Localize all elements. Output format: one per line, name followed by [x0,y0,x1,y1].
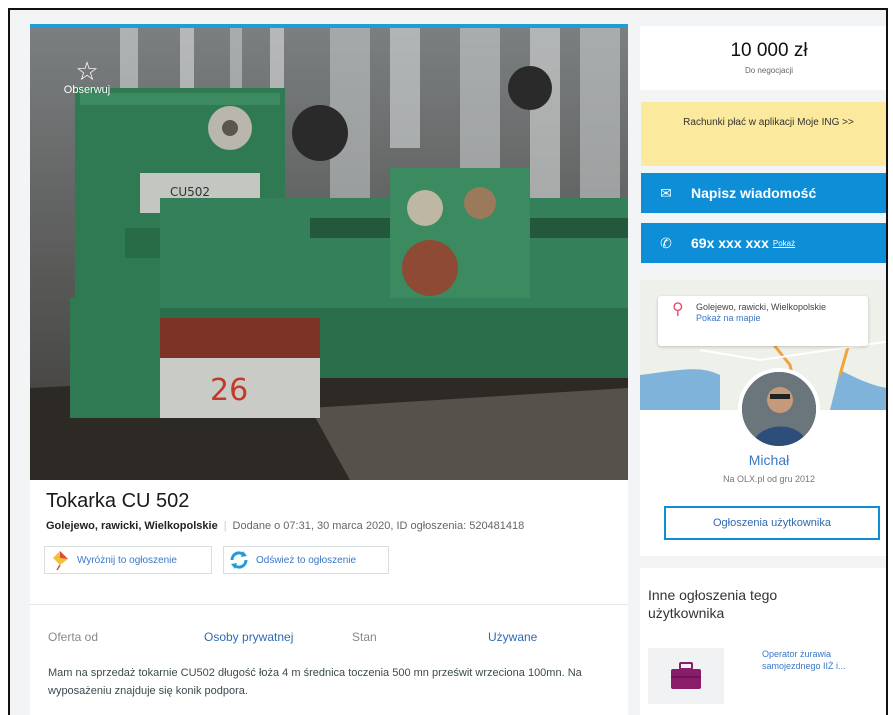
user-card: ⚲ Golejewo, rawicki, Wielkopolskie Pokaż… [640,280,886,556]
refresh-icon [230,551,248,569]
svg-text:CU502: CU502 [170,185,210,199]
listing-photo[interactable]: CU502 26 ☆ Obserwuj [30,28,628,480]
refresh-button[interactable]: Odśwież to ogłoszenie [223,546,389,574]
kite-icon [53,551,68,571]
phone-number: 69x xxx xxx [691,235,769,251]
param-label-condition: Stan [352,630,377,644]
param-value-offer[interactable]: Osoby prywatnej [204,630,293,644]
other-ads-card: Inne ogłoszenia tego użytkownika Operato… [640,568,886,715]
param-value-condition[interactable]: Używane [488,630,537,644]
listing-title: Tokarka CU 502 [46,490,190,512]
send-message-label: Napisz wiadomość [691,185,817,201]
promote-label: Wyróżnij to ogłoszenie [77,554,177,566]
listing-location[interactable]: Golejewo, rawicki, Wielkopolskie [46,520,218,532]
map-location-text: Golejewo, rawicki, Wielkopolskie [696,302,827,312]
observe-button[interactable]: ☆ Obserwuj [52,58,122,96]
user-avatar[interactable] [738,368,820,450]
avatar-photo [742,372,816,446]
user-since: Na OLX.pl od gru 2012 [722,474,816,484]
map-location-card: ⚲ Golejewo, rawicki, Wielkopolskie Pokaż… [658,296,868,346]
price-box: 10 000 zł Do negocjacji [640,26,886,90]
listing-description: Mam na sprzedaż tokarnie CU502 długość ł… [48,667,582,697]
price: 10 000 zł [730,40,808,61]
show-phone-link[interactable]: Pokaż [773,239,795,248]
listing-panel: CU502 26 ☆ Obserwuj Tokarka CU 502 Golej… [30,24,628,715]
show-on-map-link[interactable]: Pokaż na mapie [696,313,868,324]
user-ads-button[interactable]: Ogłoszenia użytkownika [664,506,880,540]
briefcase-icon [671,662,701,689]
map-pin-icon: ⚲ [672,301,684,318]
promote-button[interactable]: Wyróżnij to ogłoszenie [44,546,212,574]
ing-banner[interactable]: Rachunki płać w aplikacji Moje ING >> [641,102,886,166]
user-name[interactable]: Michał [640,452,886,468]
param-label-offer: Oferta od [48,630,99,644]
observe-label: Obserwuj [63,84,111,96]
star-icon: ☆ [75,56,99,86]
meta-separator: | [223,520,227,532]
envelope-icon: ✉ [660,184,672,201]
listing-meta: Golejewo, rawicki, Wielkopolskie | Dodane … [46,520,524,532]
other-ad-link[interactable]: Operator żurawia samojezdnego IIŻ i... [762,648,886,672]
send-message-button[interactable]: ✉ Napisz wiadomość [641,173,886,213]
page-frame: CU502 26 ☆ Obserwuj Tokarka CU 502 Golej… [8,8,888,715]
listing-added: Dodane o 07:31, 30 marca 2020, ID ogłosz… [232,520,525,532]
other-ads-title: Inne ogłoszenia tego użytkownika [648,587,778,621]
show-phone-button[interactable]: ✆ 69x xxx xxx Pokaż [641,223,886,263]
negotiable-label: Do negocjacji [744,66,794,75]
svg-text:26: 26 [210,373,248,408]
phone-icon: ✆ [660,234,672,251]
refresh-label: Odśwież to ogłoszenie [256,554,357,566]
other-ad-thumbnail[interactable] [648,648,724,704]
section-divider [30,604,628,605]
